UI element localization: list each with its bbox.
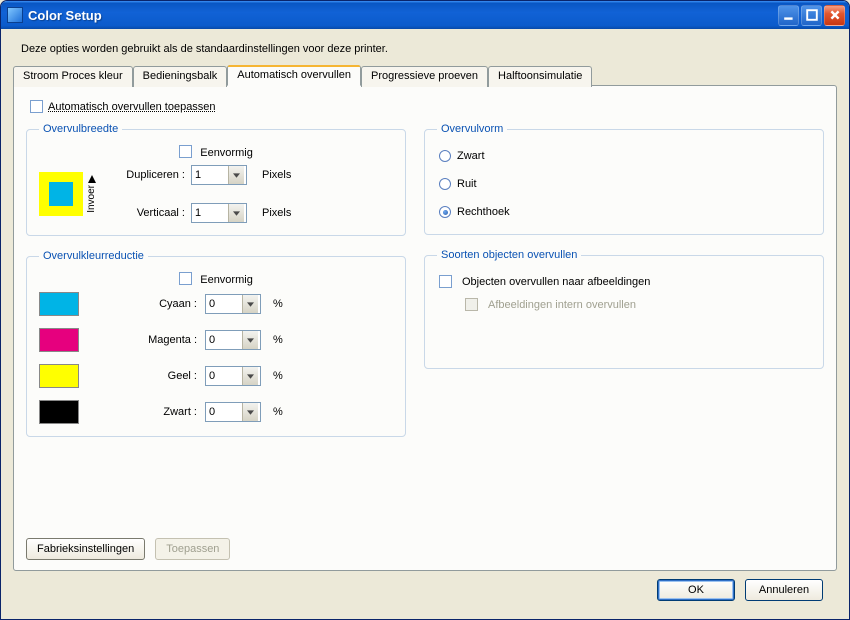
magenta-input[interactable] <box>206 331 242 349</box>
chevron-down-icon[interactable] <box>242 331 258 349</box>
apply-button: Toepassen <box>155 538 230 560</box>
close-button[interactable] <box>824 5 845 26</box>
radio-ruit-label: Ruit <box>457 178 477 190</box>
ok-button[interactable]: OK <box>657 579 735 601</box>
window-title: Color Setup <box>28 8 778 23</box>
swatch-yellow <box>39 364 79 388</box>
reduct-uniform-label: Eenvormig <box>200 274 253 286</box>
apply-trapping-checkbox[interactable] <box>30 100 43 113</box>
maximize-button[interactable] <box>801 5 822 26</box>
width-uniform-checkbox[interactable] <box>179 145 192 158</box>
tab-pane: Automatisch overvullen toepassen Overvul… <box>13 85 837 571</box>
legend-objecten: Soorten objecten overvullen <box>437 249 581 261</box>
cyan-unit: % <box>273 298 293 310</box>
black-unit: % <box>273 406 293 418</box>
objects-to-images-label: Objecten overvullen naar afbeeldingen <box>462 276 650 288</box>
dialog-footer: OK Annuleren <box>13 571 837 611</box>
images-internal-label: Afbeeldingen intern overvullen <box>488 299 636 311</box>
cyan-spinner[interactable] <box>205 294 261 314</box>
tab-bedieningsbalk[interactable]: Bedieningsbalk <box>133 66 228 87</box>
yellow-spinner[interactable] <box>205 366 261 386</box>
trap-preview-swatch <box>39 172 83 216</box>
factory-defaults-button[interactable]: Fabrieksinstellingen <box>26 538 145 560</box>
black-input[interactable] <box>206 403 242 421</box>
dup-unit: Pixels <box>262 169 317 181</box>
cyan-input[interactable] <box>206 295 242 313</box>
arrow-up-icon <box>88 175 96 183</box>
yellow-input[interactable] <box>206 367 242 385</box>
label-yellow: Geel : <box>107 370 197 382</box>
dupliceren-spinner[interactable] <box>191 165 247 185</box>
tab-proces-kleur[interactable]: Stroom Proces kleur <box>13 66 133 87</box>
radio-ruit[interactable] <box>439 178 451 190</box>
legend-reductie: Overvulkleurreductie <box>39 250 148 262</box>
images-internal-checkbox <box>465 298 478 311</box>
group-overvulkleurreductie: Overvulkleurreductie Eenvormig Cyaan : <box>26 250 406 437</box>
apply-trapping-label: Automatisch overvullen toepassen <box>48 101 216 113</box>
legend-vorm: Overvulvorm <box>437 123 507 135</box>
tab-halftoonsimulatie[interactable]: Halftoonsimulatie <box>488 66 592 87</box>
radio-zwart[interactable] <box>439 150 451 162</box>
label-cyan: Cyaan : <box>107 298 197 310</box>
chevron-down-icon[interactable] <box>242 403 258 421</box>
label-black: Zwart : <box>107 406 197 418</box>
radio-zwart-label: Zwart <box>457 150 485 162</box>
verticaal-input[interactable] <box>192 204 228 222</box>
objects-to-images-checkbox[interactable] <box>439 275 452 288</box>
tab-automatisch-overvullen[interactable]: Automatisch overvullen <box>227 65 361 86</box>
group-soorten-objecten: Soorten objecten overvullen Objecten ove… <box>424 249 824 369</box>
swatch-magenta <box>39 328 79 352</box>
intro-text: Deze opties worden gebruikt als de stand… <box>21 43 833 55</box>
vert-unit: Pixels <box>262 207 317 219</box>
app-icon <box>7 7 23 23</box>
group-overvulbreedte: Overvulbreedte Eenvormig Invoer <box>26 123 406 236</box>
verticaal-label: Verticaal : <box>105 207 185 219</box>
titlebar: Color Setup <box>1 1 849 29</box>
group-overvulvorm: Overvulvorm Zwart Ruit Rechthoek <box>424 123 824 235</box>
magenta-spinner[interactable] <box>205 330 261 350</box>
width-uniform-label: Eenvormig <box>200 147 253 159</box>
window: Color Setup Deze opties worden gebruikt … <box>0 0 850 620</box>
magenta-unit: % <box>273 334 293 346</box>
label-magenta: Magenta : <box>107 334 197 346</box>
dupliceren-label: Dupliceren : <box>105 169 185 181</box>
dupliceren-input[interactable] <box>192 166 228 184</box>
legend-overvulbreedte: Overvulbreedte <box>39 123 122 135</box>
cancel-button[interactable]: Annuleren <box>745 579 823 601</box>
chevron-down-icon[interactable] <box>242 295 258 313</box>
verticaal-spinner[interactable] <box>191 203 247 223</box>
radio-rechthoek[interactable] <box>439 206 451 218</box>
tab-progressieve-proeven[interactable]: Progressieve proeven <box>361 66 488 87</box>
chevron-down-icon[interactable] <box>242 367 258 385</box>
yellow-unit: % <box>273 370 293 382</box>
swatch-black <box>39 400 79 424</box>
content-area: Deze opties worden gebruikt als de stand… <box>1 29 849 619</box>
chevron-down-icon[interactable] <box>228 204 244 222</box>
reduct-uniform-checkbox[interactable] <box>179 272 192 285</box>
radio-rechthoek-label: Rechthoek <box>457 206 510 218</box>
swatch-cyan <box>39 292 79 316</box>
minimize-button[interactable] <box>778 5 799 26</box>
tab-strip: Stroom Proces kleur Bedieningsbalk Autom… <box>13 65 837 86</box>
chevron-down-icon[interactable] <box>228 166 244 184</box>
black-spinner[interactable] <box>205 402 261 422</box>
invoer-label: Invoer <box>86 185 97 213</box>
